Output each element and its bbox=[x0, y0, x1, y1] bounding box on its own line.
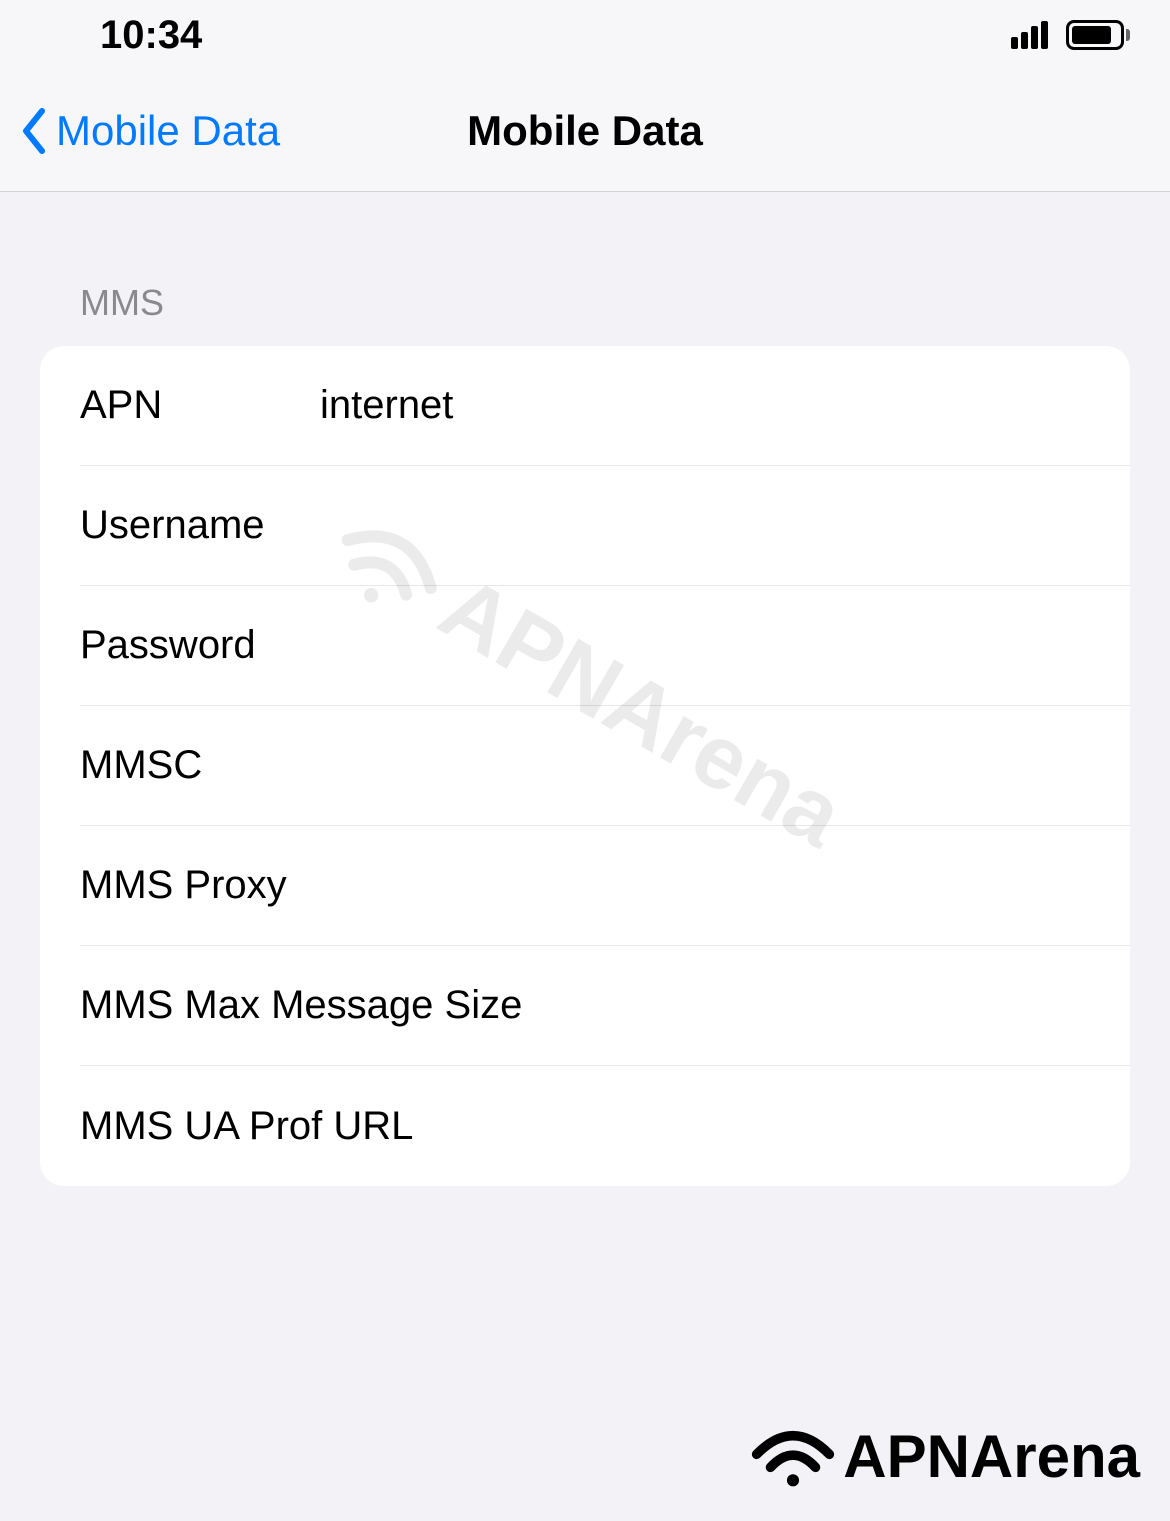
password-input[interactable] bbox=[320, 623, 1090, 668]
row-mms-ua-prof[interactable]: MMS UA Prof URL bbox=[40, 1066, 1130, 1186]
mmsc-input[interactable] bbox=[320, 743, 1090, 788]
battery-icon bbox=[1066, 20, 1130, 50]
apn-input[interactable] bbox=[320, 383, 1090, 428]
row-mms-proxy[interactable]: MMS Proxy bbox=[80, 826, 1130, 946]
username-label: Username bbox=[80, 503, 320, 548]
row-username[interactable]: Username bbox=[80, 466, 1130, 586]
back-label: Mobile Data bbox=[56, 107, 280, 155]
status-bar: 10:34 bbox=[0, 0, 1170, 70]
content-area: MMS APN Username Password MMSC MMS Proxy bbox=[0, 192, 1170, 1186]
settings-group-mms: APN Username Password MMSC MMS Proxy MMS… bbox=[40, 346, 1130, 1186]
mms-proxy-input[interactable] bbox=[320, 863, 1090, 908]
row-mms-max-size[interactable]: MMS Max Message Size bbox=[80, 946, 1130, 1066]
mms-max-size-label: MMS Max Message Size bbox=[80, 983, 522, 1028]
mms-max-size-input[interactable] bbox=[522, 983, 1090, 1028]
chevron-back-icon bbox=[20, 107, 48, 155]
status-time: 10:34 bbox=[100, 13, 202, 58]
mms-ua-prof-label: MMS UA Prof URL bbox=[80, 1104, 413, 1149]
row-mmsc[interactable]: MMSC bbox=[80, 706, 1130, 826]
signal-icon bbox=[1011, 21, 1048, 49]
row-password[interactable]: Password bbox=[80, 586, 1130, 706]
row-apn[interactable]: APN bbox=[80, 346, 1130, 466]
navigation-bar: Mobile Data Mobile Data bbox=[0, 70, 1170, 192]
page-title: Mobile Data bbox=[467, 107, 703, 155]
password-label: Password bbox=[80, 623, 320, 668]
wifi-icon bbox=[748, 1424, 838, 1489]
apn-label: APN bbox=[80, 383, 320, 428]
mmsc-label: MMSC bbox=[80, 743, 320, 788]
username-input[interactable] bbox=[320, 503, 1090, 548]
footer-text: APNArena bbox=[843, 1422, 1140, 1491]
back-button[interactable]: Mobile Data bbox=[20, 107, 280, 155]
mms-ua-prof-input[interactable] bbox=[413, 1104, 1090, 1149]
status-indicators bbox=[1011, 20, 1130, 50]
footer-logo: APNArena bbox=[748, 1422, 1140, 1491]
section-header-mms: MMS bbox=[0, 192, 1170, 336]
mms-proxy-label: MMS Proxy bbox=[80, 863, 320, 908]
